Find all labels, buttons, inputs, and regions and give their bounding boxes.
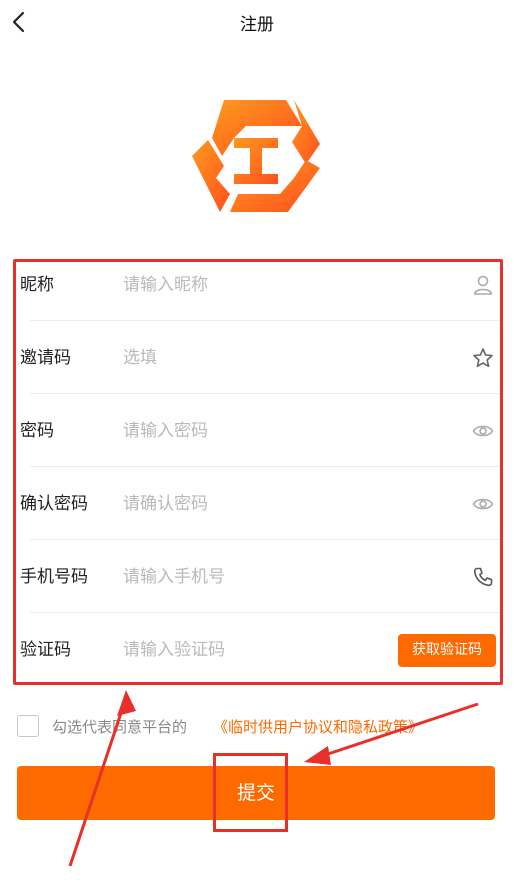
phone-field[interactable]: 手机号码 请输入手机号 (16, 554, 500, 627)
star-icon (473, 348, 493, 368)
invite-code-field[interactable]: 邀请码 选填 (16, 335, 500, 408)
submit-highlight-box (213, 753, 288, 832)
divider (30, 466, 500, 467)
eye-icon[interactable] (472, 493, 494, 515)
page-title: 注册 (240, 15, 274, 35)
app-logo (190, 98, 322, 214)
phone-input[interactable]: 请输入手机号 (123, 554, 225, 627)
nickname-field[interactable]: 昵称 请输入昵称 (16, 262, 500, 335)
register-form: 昵称 请输入昵称 邀请码 选填 密码 请输入密码 确认密码 请确认密码 手机号码… (13, 259, 503, 685)
eye-icon[interactable] (472, 420, 494, 442)
confirm-password-label: 确认密码 (20, 494, 88, 514)
invite-code-label: 邀请码 (20, 348, 71, 368)
nickname-input[interactable]: 请输入昵称 (123, 262, 208, 335)
register-page: 注册 昵称 请输入昵称 邀请码 选填 密码 请输入密码 确认密码 请确认密码 手… (0, 0, 514, 894)
phone-icon (473, 567, 493, 587)
phone-label: 手机号码 (20, 567, 88, 587)
agreement-link[interactable]: 《临时供用户协议和隐私政策》 (213, 716, 423, 737)
password-field[interactable]: 密码 请输入密码 (16, 408, 500, 481)
password-label: 密码 (20, 421, 54, 441)
verification-code-label: 验证码 (20, 640, 71, 660)
invite-code-input[interactable]: 选填 (123, 335, 157, 408)
get-code-button[interactable]: 获取验证码 (398, 634, 496, 667)
password-input[interactable]: 请输入密码 (123, 408, 208, 481)
nickname-label: 昵称 (20, 275, 54, 295)
divider (30, 612, 500, 613)
header: 注册 (0, 0, 514, 44)
divider (30, 320, 500, 321)
verification-code-input[interactable]: 请输入验证码 (123, 627, 225, 700)
agreement-checkbox[interactable] (17, 715, 39, 737)
confirm-password-field[interactable]: 确认密码 请确认密码 (16, 481, 500, 554)
user-icon (473, 275, 493, 295)
agreement-text: 勾选代表同意平台的 (52, 718, 188, 736)
confirm-password-input[interactable]: 请确认密码 (123, 481, 208, 554)
divider (30, 539, 500, 540)
divider (30, 393, 500, 394)
